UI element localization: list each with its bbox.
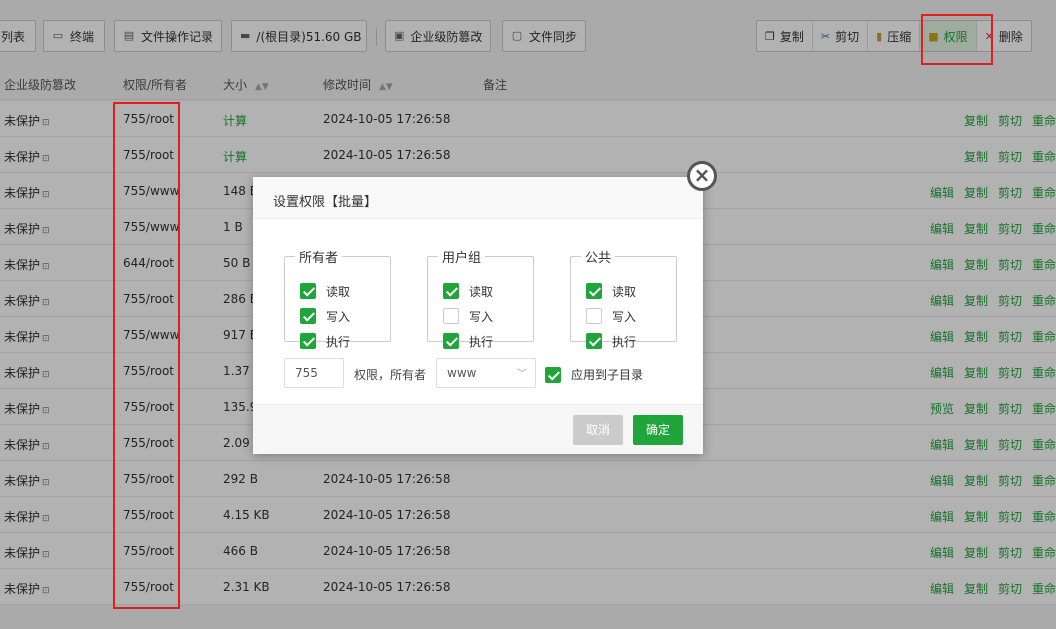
highlight-permission-button bbox=[921, 14, 993, 65]
public-write-checkbox[interactable]: 写入 bbox=[586, 308, 696, 324]
highlight-permission-column bbox=[113, 102, 180, 609]
owner-legend: 所有者 bbox=[299, 251, 339, 266]
owner-fieldset: 所有者 读取 写入 执行 bbox=[284, 247, 391, 349]
checkbox-label: 写入 bbox=[612, 309, 637, 324]
public-fieldset: 公共 读取 写入 执行 bbox=[570, 247, 677, 349]
owner-read-checkbox[interactable]: 读取 bbox=[300, 283, 410, 299]
checkbox-box bbox=[586, 283, 602, 299]
group-legend: 用户组 bbox=[442, 251, 482, 266]
group-write-checkbox[interactable]: 写入 bbox=[443, 308, 553, 324]
checkbox-box bbox=[443, 333, 459, 349]
dialog-title: 设置权限【批量】 bbox=[273, 195, 378, 210]
checkbox-label: 读取 bbox=[612, 284, 637, 299]
apply-subdir-checkbox[interactable]: 应用到子目录 bbox=[545, 366, 643, 383]
close-icon: × bbox=[693, 163, 711, 187]
public-exec-checkbox[interactable]: 执行 bbox=[586, 333, 696, 349]
checkbox-box bbox=[300, 333, 316, 349]
checkbox-label: 执行 bbox=[326, 334, 351, 349]
group-read-checkbox[interactable]: 读取 bbox=[443, 283, 553, 299]
confirm-button[interactable]: 确定 bbox=[633, 415, 683, 445]
checkbox-box bbox=[545, 366, 561, 383]
checkbox-label: 执行 bbox=[612, 334, 637, 349]
checkbox-label: 写入 bbox=[469, 309, 494, 324]
owner-select-value: www bbox=[447, 366, 477, 380]
checkbox-box bbox=[586, 333, 602, 349]
permission-owner-label: 权限，所有者 bbox=[354, 368, 427, 382]
cancel-button[interactable]: 取消 bbox=[573, 415, 623, 445]
batch-permission-dialog: 设置权限【批量】 × 所有者 读取 写入 执行 用户组 读取 写入 执行 公共 … bbox=[253, 161, 717, 454]
checkbox-box bbox=[586, 308, 602, 324]
public-legend: 公共 bbox=[585, 251, 612, 266]
owner-exec-checkbox[interactable]: 执行 bbox=[300, 333, 410, 349]
group-fieldset: 用户组 读取 写入 执行 bbox=[427, 247, 534, 349]
checkbox-label: 读取 bbox=[469, 284, 494, 299]
group-exec-checkbox[interactable]: 执行 bbox=[443, 333, 553, 349]
permission-code-input[interactable]: 755 bbox=[284, 358, 344, 388]
owner-select[interactable]: www ﹀ bbox=[436, 358, 536, 388]
owner-write-checkbox[interactable]: 写入 bbox=[300, 308, 410, 324]
public-read-checkbox[interactable]: 读取 bbox=[586, 283, 696, 299]
checkbox-label: 读取 bbox=[326, 284, 351, 299]
checkbox-box bbox=[443, 308, 459, 324]
checkbox-label: 执行 bbox=[469, 334, 494, 349]
dialog-header: 设置权限【批量】 bbox=[253, 177, 703, 219]
checkbox-box bbox=[300, 308, 316, 324]
chevron-down-icon: ﹀ bbox=[517, 369, 527, 380]
dialog-close-button[interactable]: × bbox=[687, 161, 717, 191]
checkbox-label: 写入 bbox=[326, 309, 351, 324]
checkbox-box bbox=[443, 283, 459, 299]
checkbox-box bbox=[300, 283, 316, 299]
apply-subdir-label: 应用到子目录 bbox=[571, 368, 644, 382]
